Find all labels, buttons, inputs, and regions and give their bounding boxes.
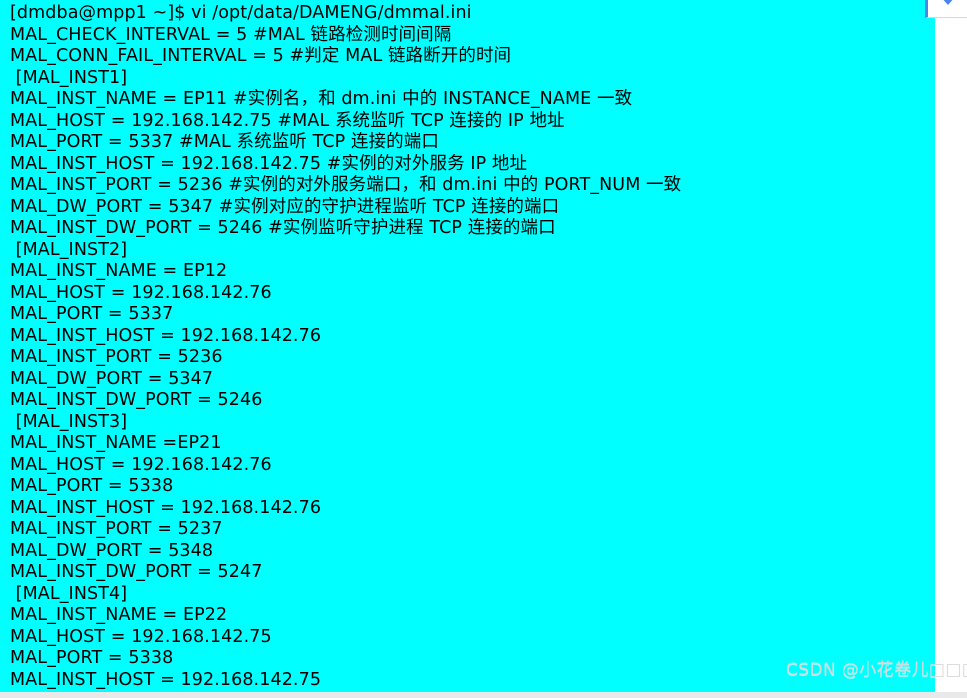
vi-text-line: [MAL_INST2] <box>10 239 128 260</box>
vi-text-line: MAL_PORT = 5337 <box>10 304 174 324</box>
vi-text-line: MAL_DW_PORT = 5347 <box>10 368 214 389</box>
terminal-window[interactable]: [dmdba@mpp1 ~]$ vi /opt/data/DAMENG/dmma… <box>0 0 935 692</box>
vi-text-line: MAL_INST_NAME = EP22 <box>10 605 228 625</box>
vi-text-line: [MAL_INST1] <box>10 67 128 88</box>
vi-text-line: MAL_DW_PORT = 5348 <box>10 540 214 561</box>
vi-text-line: MAL_INST_DW_PORT = 5247 <box>10 562 263 582</box>
vi-text-line: MAL_INST_PORT = 5236 <box>10 347 223 367</box>
vi-text-line: MAL_INST_HOST = 192.168.142.75 #实例的对外服务 … <box>10 153 528 174</box>
vi-text-line: MAL_INST_NAME =EP21 <box>10 433 222 453</box>
vi-text-line: MAL_HOST = 192.168.142.75 #MAL 系统监听 TCP … <box>10 110 565 131</box>
vi-text-line: MAL_PORT = 5337 #MAL 系统监听 TCP 连接的端口 <box>10 132 439 152</box>
vi-text-line: [MAL_INST3] <box>10 411 128 432</box>
corner-chevron-widget[interactable] <box>925 0 967 18</box>
terminal-prompt-line: [dmdba@mpp1 ~]$ vi /opt/data/DAMENG/dmma… <box>10 3 472 23</box>
vi-text-line: MAL_HOST = 192.168.142.76 <box>10 282 272 303</box>
vi-text-line: MAL_HOST = 192.168.142.76 <box>10 454 272 475</box>
vi-text-line: MAL_INST_PORT = 5236 #实例的对外服务端口，和 dm.ini… <box>10 175 682 195</box>
vi-text-line: MAL_PORT = 5338 <box>10 648 174 668</box>
vi-text-line: MAL_CHECK_INTERVAL = 5 #MAL 链路检测时间间隔 <box>10 24 452 45</box>
vi-text-line: MAL_INST_HOST = 192.168.142.75 <box>10 669 322 690</box>
vi-text-line: MAL_INST_HOST = 192.168.142.76 <box>10 497 322 518</box>
vi-text-line: MAL_CONN_FAIL_INTERVAL = 5 #判定 MAL 链路断开的… <box>10 46 512 66</box>
vi-text-line: MAL_INST_PORT = 5237 <box>10 519 223 539</box>
window-bottom-strip <box>0 692 967 698</box>
vi-text-line: MAL_INST_DW_PORT = 5246 #实例监听守护进程 TCP 连接… <box>10 218 556 238</box>
vi-buffer[interactable]: [dmdba@mpp1 ~]$ vi /opt/data/DAMENG/dmma… <box>0 3 935 691</box>
chevron-down-icon[interactable] <box>939 0 957 17</box>
vi-text-line: MAL_INST_NAME = EP11 #实例名，和 dm.ini 中的 IN… <box>10 89 633 109</box>
vi-text-line: MAL_PORT = 5338 <box>10 476 174 496</box>
vi-text-line: MAL_INST_NAME = EP12 <box>10 261 228 281</box>
window-right-margin <box>935 0 967 692</box>
vi-text-line: MAL_DW_PORT = 5347 #实例对应的守护进程监听 TCP 连接的端… <box>10 196 560 217</box>
vi-text-line: MAL_INST_HOST = 192.168.142.76 <box>10 325 322 346</box>
vi-text-line: MAL_INST_DW_PORT = 5246 <box>10 390 263 410</box>
vi-text-line: MAL_HOST = 192.168.142.75 <box>10 626 272 647</box>
vi-text-line: [MAL_INST4] <box>10 583 128 604</box>
